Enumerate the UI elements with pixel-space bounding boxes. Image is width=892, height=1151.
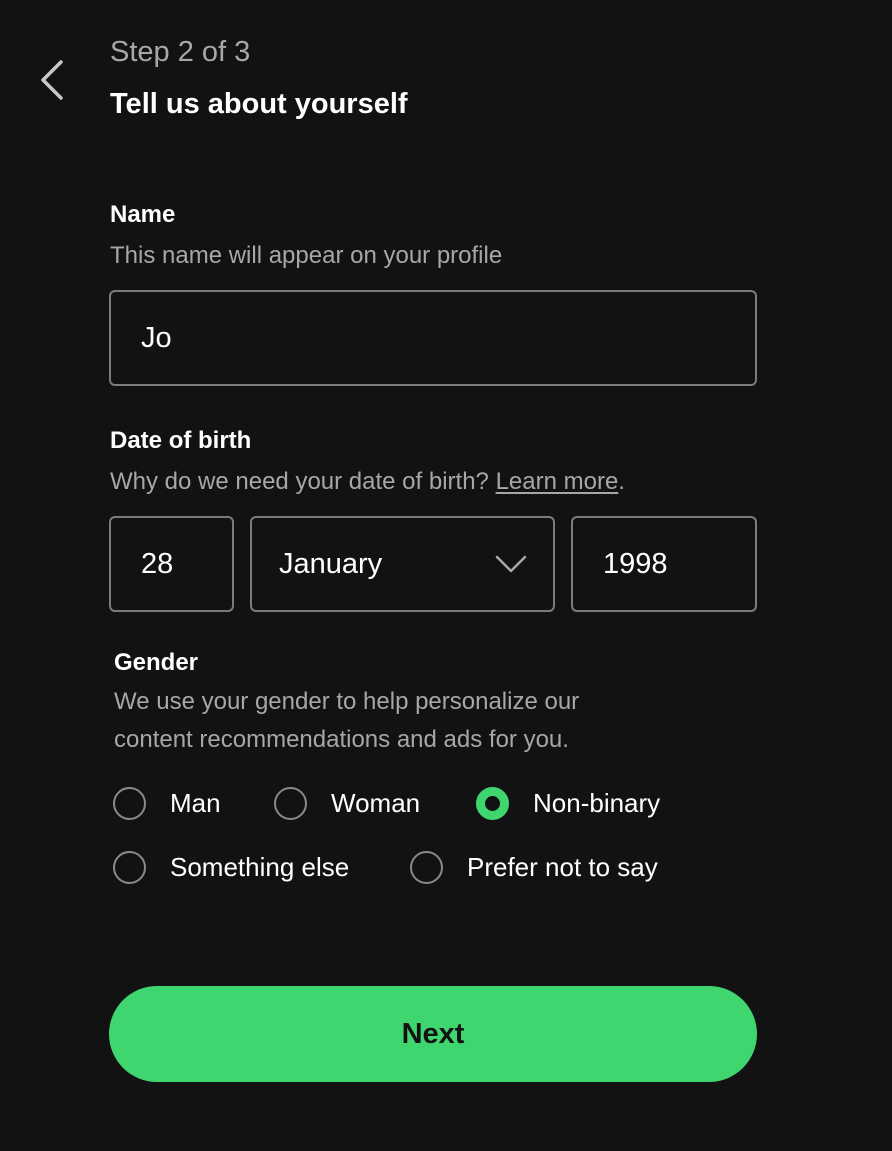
dob-month-value: January [279, 547, 383, 580]
name-description: This name will appear on your profile [110, 242, 503, 269]
radio-unchecked-icon [113, 787, 146, 820]
step-indicator: Step 2 of 3 [110, 36, 251, 68]
learn-more-link[interactable]: Learn more [496, 468, 619, 495]
dob-description-text: Why do we need your date of birth? [110, 468, 489, 495]
gender-option-label: Man [170, 788, 221, 818]
gender-option-label: Something else [170, 852, 350, 882]
radio-unchecked-icon [113, 851, 146, 884]
next-button[interactable]: Next [109, 986, 757, 1082]
chevron-left-icon [41, 60, 63, 100]
radio-unchecked-icon [410, 851, 443, 884]
dob-year-input[interactable] [571, 516, 757, 612]
dob-month-select[interactable]: January [250, 516, 555, 612]
dob-description: Why do we need your date of birth? Learn… [110, 463, 625, 501]
page-title: Tell us about yourself [110, 88, 408, 120]
dob-label: Date of birth [110, 427, 252, 454]
gender-option-label: Prefer not to say [467, 852, 658, 882]
gender-label: Gender [114, 649, 199, 676]
gender-description-line1: We use your gender to help personalize o… [114, 688, 580, 715]
gender-option-label: Woman [331, 788, 421, 818]
back-button[interactable] [30, 52, 74, 108]
gender-option-prefer-not-to-say[interactable]: Prefer not to say [410, 851, 658, 884]
gender-option-non-binary[interactable]: Non-binary [476, 787, 660, 820]
dob-day-input[interactable] [109, 516, 234, 612]
gender-option-something-else[interactable]: Something else [113, 851, 349, 884]
dob-description-period: . [618, 468, 625, 495]
gender-description-line2: content recommendations and ads for you. [114, 726, 569, 753]
gender-option-label: Non-binary [533, 788, 661, 818]
radio-unchecked-icon [274, 787, 307, 820]
chevron-down-icon [495, 555, 527, 573]
radio-checked-icon [476, 787, 509, 820]
gender-option-woman[interactable]: Woman [274, 787, 420, 820]
name-input[interactable] [109, 290, 757, 386]
name-label: Name [110, 201, 176, 228]
gender-option-man[interactable]: Man [113, 787, 221, 820]
